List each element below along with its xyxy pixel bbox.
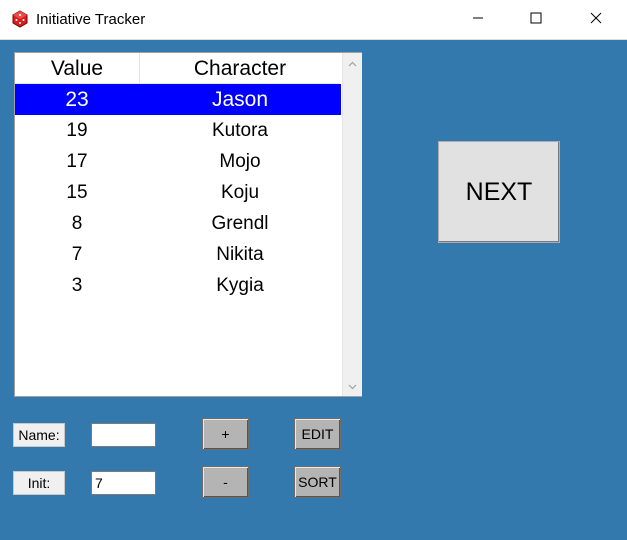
minimize-button[interactable] [449, 0, 507, 39]
row-character: Mojo [219, 151, 261, 172]
list-row[interactable]: 17 Mojo [15, 146, 341, 177]
list-row[interactable]: 15 Koju [15, 177, 341, 208]
close-icon [590, 11, 602, 29]
column-header-value[interactable]: Value [15, 53, 140, 84]
row-character: Kutora [212, 120, 268, 141]
minimize-icon [472, 11, 484, 29]
list-content: Value Character 23 Jason 19 Kutora 17 Mo… [15, 53, 342, 396]
scroll-up-button[interactable] [343, 55, 362, 71]
vertical-scrollbar[interactable] [342, 53, 362, 396]
column-header-character[interactable]: Character [140, 53, 340, 84]
remove-button[interactable]: - [202, 466, 249, 498]
row-value: 23 [65, 88, 89, 111]
init-label: Init: [13, 471, 65, 495]
chevron-up-icon [348, 54, 357, 72]
scroll-down-button[interactable] [343, 378, 362, 394]
name-input[interactable] [91, 423, 156, 447]
close-button[interactable] [567, 0, 625, 39]
initiative-list[interactable]: Value Character 23 Jason 19 Kutora 17 Mo… [14, 52, 362, 397]
maximize-icon [530, 11, 542, 29]
row-value: 19 [66, 120, 88, 141]
add-button[interactable]: + [202, 418, 249, 450]
list-row[interactable]: 23 Jason [15, 84, 341, 115]
row-character: Jason [211, 88, 269, 111]
window-title: Initiative Tracker [36, 11, 146, 28]
sort-button[interactable]: SORT [294, 466, 341, 498]
list-row[interactable]: 3 Kygia [15, 270, 341, 301]
row-character: Koju [220, 182, 260, 203]
chevron-down-icon [348, 377, 357, 395]
row-value: 7 [71, 244, 83, 265]
list-row[interactable]: 8 Grendl [15, 208, 341, 239]
list-rows: 23 Jason 19 Kutora 17 Mojo 15 Koju 8 Gre… [15, 84, 341, 301]
next-button[interactable]: NEXT [438, 141, 560, 243]
row-character: Grendl [211, 213, 269, 234]
row-value: 17 [66, 151, 88, 172]
red-die-icon [11, 10, 29, 28]
row-character: Nikita [216, 244, 264, 265]
edit-button[interactable]: EDIT [294, 418, 341, 450]
list-row[interactable]: 7 Nikita [15, 239, 341, 270]
row-value: 15 [66, 182, 88, 203]
name-label: Name: [13, 423, 65, 447]
row-value: 8 [71, 213, 83, 234]
list-row[interactable]: 19 Kutora [15, 115, 341, 146]
row-value: 3 [71, 275, 83, 296]
maximize-button[interactable] [507, 0, 565, 39]
title-bar: Initiative Tracker [0, 0, 627, 40]
row-character: Kygia [216, 275, 264, 296]
init-input[interactable] [91, 471, 156, 495]
